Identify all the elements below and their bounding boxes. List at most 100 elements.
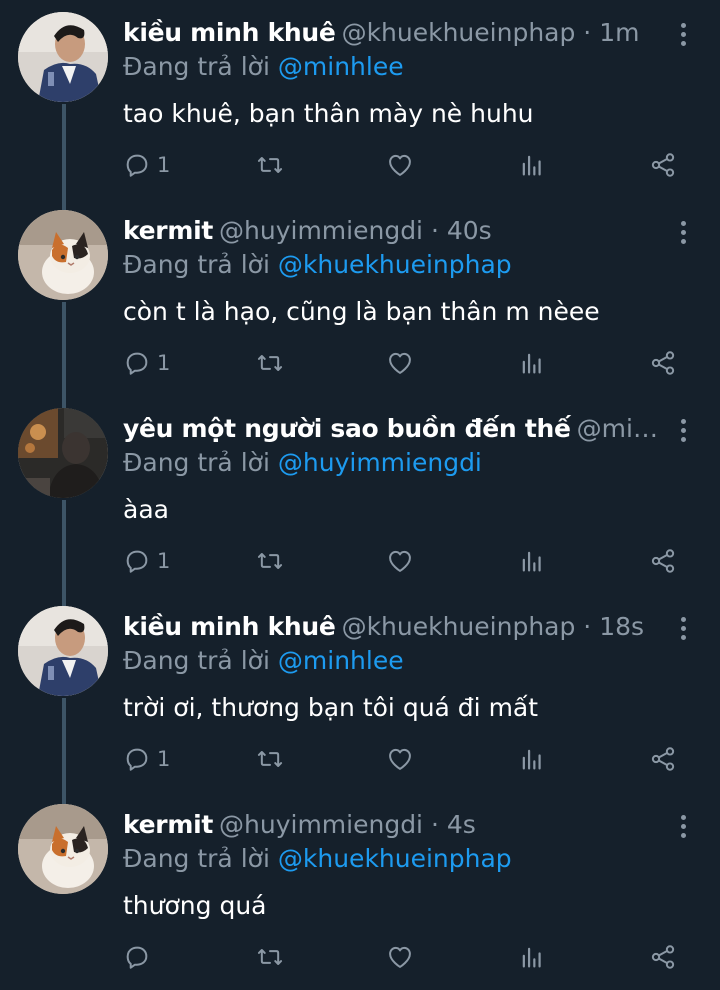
avatar-calico-cat[interactable] xyxy=(18,804,108,894)
reply-button[interactable]: 1 xyxy=(123,543,170,579)
more-icon[interactable] xyxy=(672,808,694,844)
like-button[interactable] xyxy=(386,147,414,183)
tweet-header: kiều minh khuê @khuekhueinphap · 1m xyxy=(123,14,668,52)
analytics-button[interactable] xyxy=(518,543,546,579)
reply-icon xyxy=(126,748,148,771)
retweet-button[interactable] xyxy=(256,345,284,381)
user-handle[interactable]: @minhlee xyxy=(577,414,668,443)
analytics-icon xyxy=(522,353,541,374)
share-button[interactable] xyxy=(649,543,677,579)
analytics-icon xyxy=(522,551,541,572)
display-name[interactable]: kiều minh khuê xyxy=(123,18,336,47)
more-icon[interactable] xyxy=(672,16,694,52)
analytics-icon xyxy=(522,155,541,176)
time-separator: · xyxy=(423,216,447,245)
time-separator: · xyxy=(575,18,600,47)
replying-to-mention[interactable]: @huyimmiengdi xyxy=(278,448,482,477)
more-dot xyxy=(680,31,686,37)
like-button[interactable] xyxy=(386,345,414,381)
tweet[interactable]: kiều minh khuê @khuekhueinphap · 1m Đang … xyxy=(0,0,720,198)
replying-to-mention[interactable]: @khuekhueinphap xyxy=(278,250,512,279)
tweet-header: yêu một người sao buồn đến thế@minhlee xyxy=(123,410,668,448)
more-icon[interactable] xyxy=(672,214,694,250)
like-icon xyxy=(389,352,411,374)
avatar-man-in-suit[interactable] xyxy=(18,12,108,102)
share-button[interactable] xyxy=(649,741,677,777)
share-icon xyxy=(651,945,675,969)
more-dot xyxy=(680,22,686,28)
tweet[interactable]: yêu một người sao buồn đến thế@minhlee Đ… xyxy=(0,396,720,594)
replying-to-mention[interactable]: @minhlee xyxy=(278,52,404,81)
tweet-actions xyxy=(123,939,683,979)
retweet-button[interactable] xyxy=(256,939,284,975)
user-handle[interactable]: @khuekhueinphap xyxy=(342,612,576,641)
user-handle[interactable]: @huyimmiengdi xyxy=(219,216,423,245)
retweet-button[interactable] xyxy=(256,147,284,183)
reply-icon xyxy=(126,352,148,375)
replying-to-label: Đang trả lời xyxy=(123,646,270,675)
timestamp[interactable]: 18s xyxy=(599,612,644,641)
tweet-actions: 1 xyxy=(123,345,683,385)
reply-button[interactable]: 1 xyxy=(123,147,170,183)
retweet-button[interactable] xyxy=(256,741,284,777)
more-dot xyxy=(680,634,686,640)
retweet-icon xyxy=(257,949,283,965)
tweet-text: thương quá xyxy=(123,891,267,920)
replying-to-label: Đang trả lời xyxy=(123,52,270,81)
more-icon[interactable] xyxy=(672,610,694,646)
reply-icon xyxy=(126,154,148,177)
time-separator: · xyxy=(575,612,600,641)
replying-to: Đang trả lời @minhlee xyxy=(123,642,404,680)
reply-count: 1 xyxy=(157,549,171,573)
share-button[interactable] xyxy=(649,939,677,975)
display-name[interactable]: kermit xyxy=(123,810,213,839)
more-dot xyxy=(680,238,686,244)
analytics-button[interactable] xyxy=(518,741,546,777)
avatar-night-street[interactable] xyxy=(18,408,108,498)
reply-button[interactable] xyxy=(123,939,157,975)
analytics-icon xyxy=(522,947,541,968)
avatar-man-in-suit[interactable] xyxy=(18,606,108,696)
share-icon xyxy=(651,153,675,177)
avatar-calico-cat[interactable] xyxy=(18,210,108,300)
reply-button[interactable]: 1 xyxy=(123,345,170,381)
reply-button[interactable]: 1 xyxy=(123,741,170,777)
retweet-button[interactable] xyxy=(256,543,284,579)
like-button[interactable] xyxy=(386,741,414,777)
share-button[interactable] xyxy=(649,345,677,381)
replying-to: Đang trả lời @khuekhueinphap xyxy=(123,246,512,284)
analytics-button[interactable] xyxy=(518,345,546,381)
user-handle[interactable]: @huyimmiengdi xyxy=(219,810,423,839)
analytics-button[interactable] xyxy=(518,939,546,975)
display-name[interactable]: kiều minh khuê xyxy=(123,612,336,641)
timestamp[interactable]: 1m xyxy=(599,18,639,47)
more-dot xyxy=(680,823,686,829)
display-name[interactable]: kermit xyxy=(123,216,213,245)
share-icon xyxy=(651,351,675,375)
retweet-icon xyxy=(257,751,283,767)
more-icon[interactable] xyxy=(672,412,694,448)
share-button[interactable] xyxy=(649,147,677,183)
more-dot xyxy=(680,616,686,622)
tweet[interactable]: kermit @huyimmiengdi · 4s Đang trả lời @kh… xyxy=(0,792,720,990)
replying-to-mention[interactable]: @khuekhueinphap xyxy=(278,844,512,873)
like-icon xyxy=(389,154,411,176)
tweet[interactable]: kermit @huyimmiengdi · 40s Đang trả lời @k… xyxy=(0,198,720,396)
timestamp[interactable]: 40s xyxy=(447,216,492,245)
tweet[interactable]: kiều minh khuê @khuekhueinphap · 18s Đang… xyxy=(0,594,720,792)
reply-count: 1 xyxy=(157,747,171,771)
replying-to-mention[interactable]: @minhlee xyxy=(278,646,404,675)
reply-count: 1 xyxy=(157,351,171,375)
like-button[interactable] xyxy=(386,939,414,975)
timestamp[interactable]: 4s xyxy=(447,810,476,839)
like-button[interactable] xyxy=(386,543,414,579)
display-name[interactable]: yêu một người sao buồn đến thế xyxy=(123,414,571,443)
tweet-text: àaa xyxy=(123,495,169,524)
user-handle[interactable]: @khuekhueinphap xyxy=(342,18,576,47)
reply-icon xyxy=(126,946,148,969)
tweet-header: kiều minh khuê @khuekhueinphap · 18s xyxy=(123,608,668,646)
replying-to-label: Đang trả lời xyxy=(123,448,270,477)
share-icon xyxy=(651,549,675,573)
analytics-button[interactable] xyxy=(518,147,546,183)
more-dot xyxy=(680,40,686,46)
